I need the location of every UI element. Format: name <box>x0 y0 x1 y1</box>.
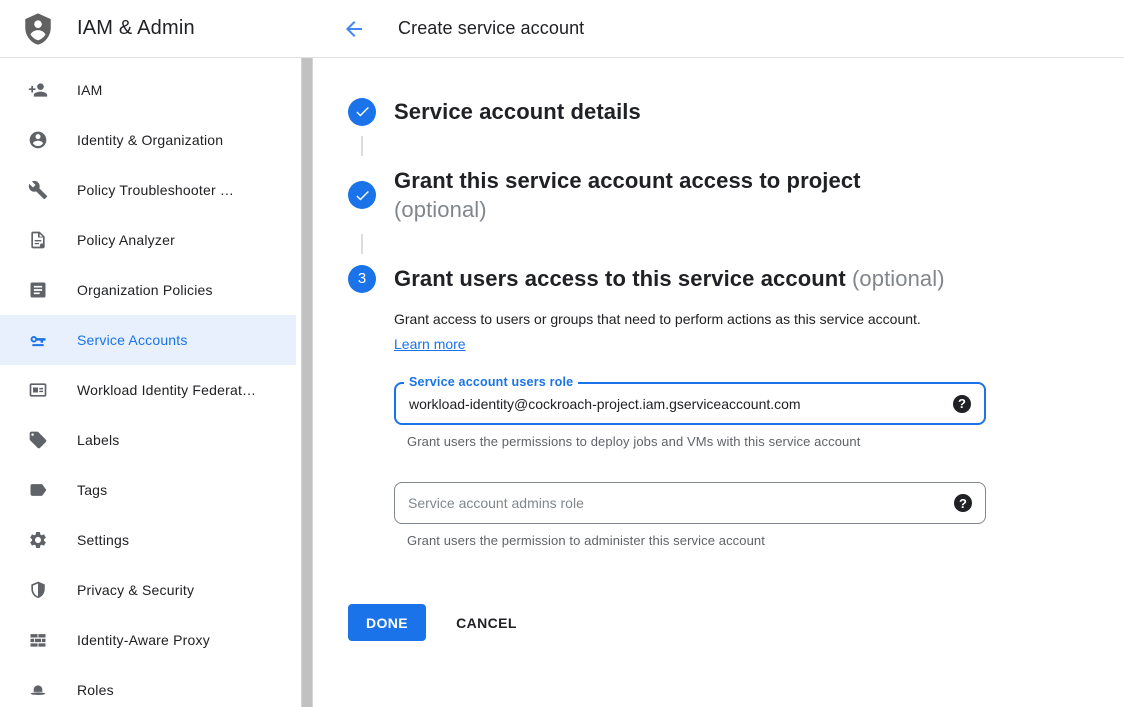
iam-shield-icon <box>21 12 55 46</box>
page-header: Create service account <box>316 0 1124 58</box>
main-panel: Create service account Service account d… <box>316 0 1124 707</box>
arrow-back-icon <box>342 17 366 41</box>
step-2-complete-icon <box>348 181 376 209</box>
sidebar-item-label: Privacy & Security <box>77 582 194 598</box>
document-lines-icon <box>28 280 48 300</box>
person-add-icon <box>28 80 48 100</box>
sidebar-header: IAM & Admin <box>0 0 316 58</box>
step-2-title-text: Grant this service account access to pro… <box>394 168 861 193</box>
step-2: Grant this service account access to pro… <box>348 166 1124 224</box>
sidebar: IAM & Admin IAM Identity & Organization <box>0 0 316 707</box>
sidebar-item-settings[interactable]: Settings <box>0 515 296 565</box>
step-3-optional-label: (optional) <box>852 266 945 291</box>
sidebar-item-identity-aware-proxy[interactable]: Identity-Aware Proxy <box>0 615 296 665</box>
learn-more-link[interactable]: Learn more <box>394 336 466 352</box>
sidebar-item-policy-analyzer[interactable]: Policy Analyzer <box>0 215 296 265</box>
label-tag-icon <box>28 430 48 450</box>
account-circle-icon <box>28 130 48 150</box>
product-title: IAM & Admin <box>77 17 195 40</box>
sidebar-item-label: Tags <box>77 482 107 498</box>
users-role-field: Service account users role ? <box>394 382 986 425</box>
page-title: Create service account <box>398 18 584 39</box>
step-3-number-badge: 3 <box>348 265 376 293</box>
step-1-complete-icon <box>348 98 376 126</box>
sidebar-item-roles[interactable]: Roles <box>0 665 296 707</box>
back-button[interactable] <box>341 16 367 42</box>
sidebar-item-label: Roles <box>77 682 114 698</box>
step-2-optional-label: (optional) <box>394 197 487 222</box>
users-role-input[interactable] <box>396 384 924 423</box>
admins-role-input[interactable] <box>395 483 925 523</box>
sidebar-item-label: Policy Analyzer <box>77 232 175 248</box>
policy-analyzer-doc-icon <box>28 230 48 250</box>
sidebar-scrollbar[interactable] <box>301 58 313 707</box>
sidebar-item-label: Identity-Aware Proxy <box>77 632 210 648</box>
users-role-helper-text: Grant users the permissions to deploy jo… <box>407 434 1124 449</box>
sidebar-item-labels[interactable]: Labels <box>0 415 296 465</box>
sidebar-item-privacy-security[interactable]: Privacy & Security <box>0 565 296 615</box>
done-button[interactable]: DONE <box>348 604 426 641</box>
sidebar-item-tags[interactable]: Tags <box>0 465 296 515</box>
help-icon[interactable]: ? <box>954 494 972 512</box>
step-3: 3 Grant users access to this service acc… <box>348 264 1124 293</box>
admins-role-field: ? <box>394 482 986 524</box>
sidebar-item-organization-policies[interactable]: Organization Policies <box>0 265 296 315</box>
step-1: Service account details <box>348 97 1124 126</box>
proxy-wall-icon <box>28 630 48 650</box>
sidebar-item-label: Settings <box>77 532 129 548</box>
users-role-label: Service account users role <box>404 375 578 389</box>
step-2-title: Grant this service account access to pro… <box>394 166 861 224</box>
wizard-content: Service account details Grant this servi… <box>316 58 1124 641</box>
sidebar-item-service-accounts[interactable]: Service Accounts <box>0 315 296 365</box>
admins-role-helper-text: Grant users the permission to administer… <box>407 533 1124 548</box>
help-icon[interactable]: ? <box>953 395 971 413</box>
sidebar-item-iam[interactable]: IAM <box>0 65 296 115</box>
wizard-actions: DONE CANCEL <box>348 604 1124 641</box>
sidebar-item-label: Organization Policies <box>77 282 213 298</box>
sidebar-item-label: Labels <box>77 432 119 448</box>
sidebar-item-label: Identity & Organization <box>77 132 223 148</box>
step-3-title-text: Grant users access to this service accou… <box>394 266 846 291</box>
sidebar-item-label: Workload Identity Federat… <box>77 382 256 398</box>
sidebar-nav: IAM Identity & Organization Policy Troub… <box>0 58 296 707</box>
roles-hat-icon <box>28 680 48 700</box>
cancel-button[interactable]: CANCEL <box>456 615 517 631</box>
step-connector <box>361 234 363 254</box>
tag-arrow-icon <box>28 480 48 500</box>
description-text: Grant access to users or groups that nee… <box>394 311 921 327</box>
step-3-title: Grant users access to this service accou… <box>394 264 945 293</box>
step-3-description: Grant access to users or groups that nee… <box>394 307 946 357</box>
sidebar-item-identity-organization[interactable]: Identity & Organization <box>0 115 296 165</box>
wrench-icon <box>28 180 48 200</box>
sidebar-item-workload-identity-federation[interactable]: Workload Identity Federat… <box>0 365 296 415</box>
service-account-key-icon <box>28 330 48 350</box>
sidebar-item-policy-troubleshooter[interactable]: Policy Troubleshooter … <box>0 165 296 215</box>
sidebar-item-label: IAM <box>77 82 103 98</box>
step-3-body: Grant access to users or groups that nee… <box>394 307 1124 548</box>
sidebar-item-label: Service Accounts <box>77 332 188 348</box>
shield-half-icon <box>28 580 48 600</box>
step-connector <box>361 136 363 156</box>
gcp-console: IAM & Admin IAM Identity & Organization <box>0 0 1124 707</box>
step-1-title: Service account details <box>394 97 641 126</box>
gear-icon <box>28 530 48 550</box>
sidebar-item-label: Policy Troubleshooter … <box>77 182 234 198</box>
id-card-icon <box>28 380 48 400</box>
